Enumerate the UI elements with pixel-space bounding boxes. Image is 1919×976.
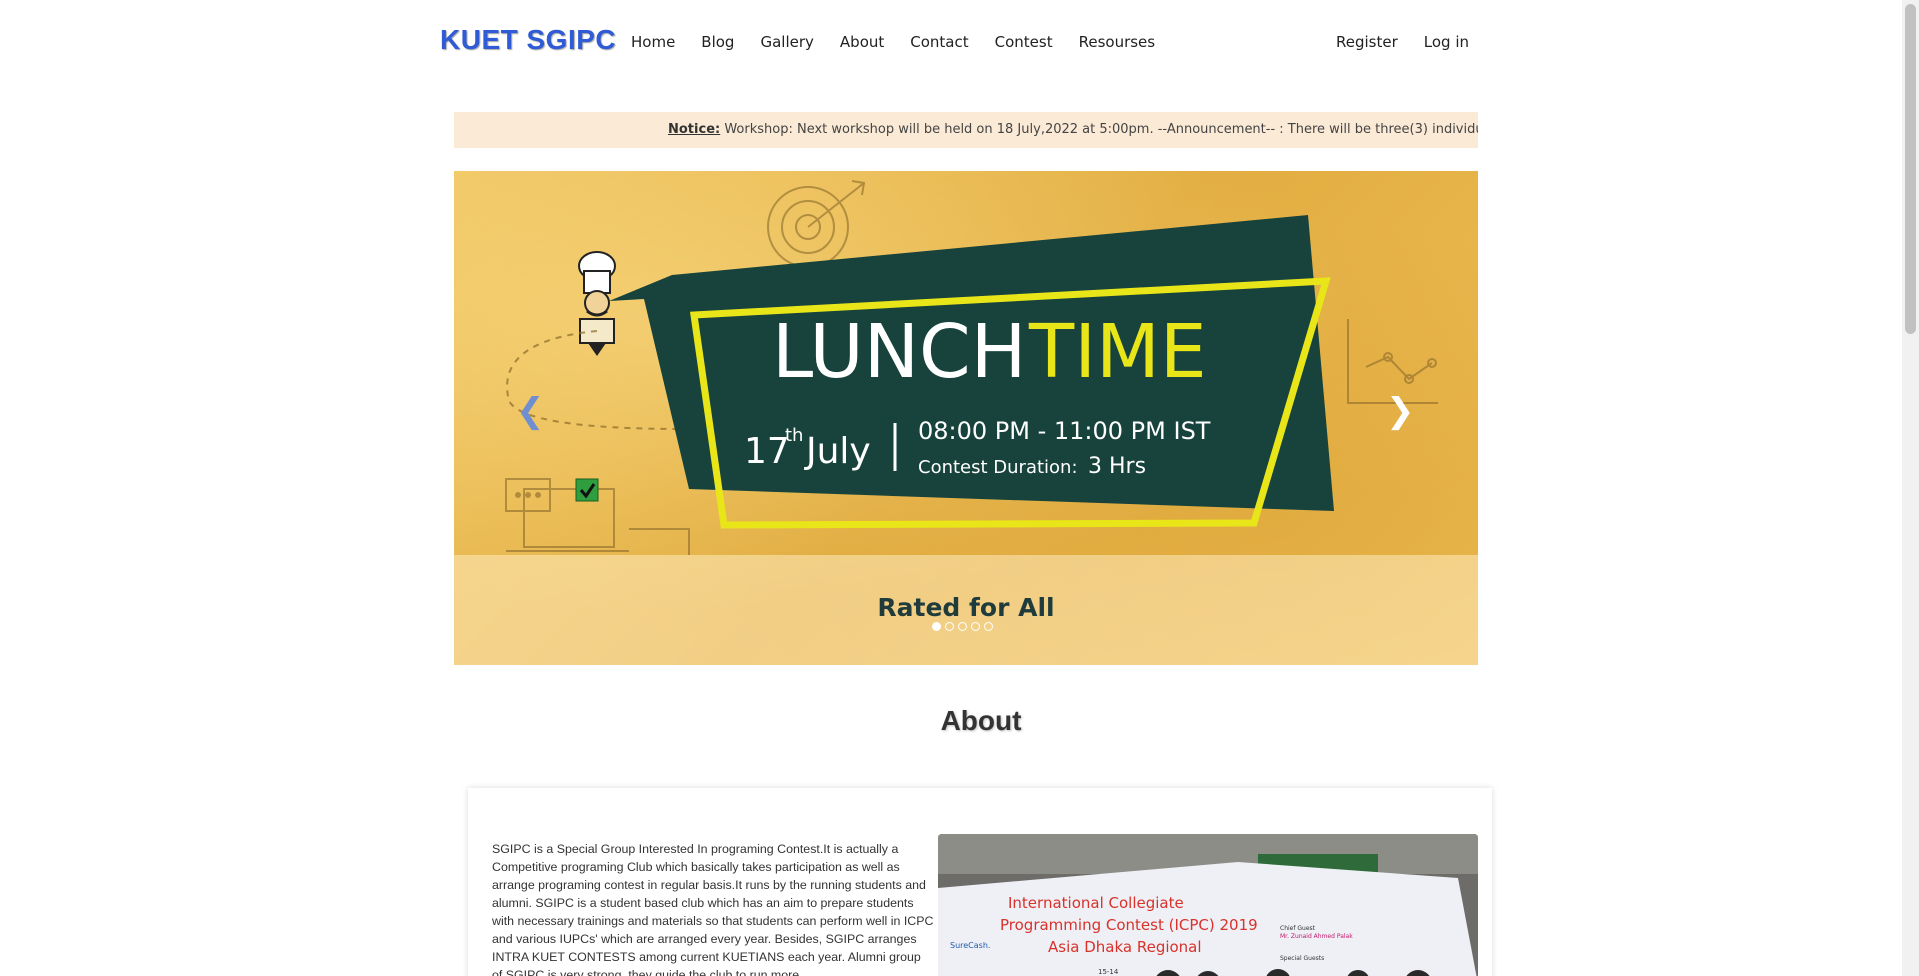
page: KUET SGIPC Home Blog Gallery About Conta… xyxy=(0,0,1900,976)
carousel-indicator-4[interactable] xyxy=(971,622,980,631)
nav-gallery[interactable]: Gallery xyxy=(760,30,813,54)
about-text: SGIPC is a Special Group Interested In p… xyxy=(492,842,934,976)
banner-duration-value: 3 Hrs xyxy=(1088,454,1146,479)
icpc-photo-art: International Collegiate Programming Con… xyxy=(938,834,1478,976)
banner-title-lunch: LUNCH xyxy=(772,309,1026,395)
notice-text: Workshop: Next workshop will be held on … xyxy=(724,122,1478,137)
scrollbar-thumb[interactable] xyxy=(1905,4,1916,334)
photo-guest-label: Chief Guest xyxy=(1280,925,1316,932)
carousel-indicator-1[interactable] xyxy=(932,622,941,631)
photo-date: 15-14 xyxy=(1098,968,1119,976)
banner-duration-label: Contest Duration: xyxy=(918,457,1078,478)
page-scrollbar[interactable] xyxy=(1902,0,1919,976)
photo-guest-name: Mr. Zunaid Ahmed Palak xyxy=(1280,933,1353,940)
photo-banner-line2: Programming Contest (ICPC) 2019 xyxy=(1000,916,1258,934)
target-icon xyxy=(767,180,866,268)
nav-right: Register Log in xyxy=(1336,30,1495,54)
nav-home[interactable]: Home xyxy=(631,30,675,54)
about-card: SGIPC is a Special Group Interested In p… xyxy=(468,788,1492,976)
photo-banner-line3: Asia Dhaka Regional xyxy=(1048,938,1202,956)
notice-label: Notice: xyxy=(668,122,721,137)
notice-marquee: Notice: Workshop: Next workshop will be … xyxy=(454,112,1478,148)
photo-sponsor: SureCash. xyxy=(950,941,990,950)
hero-carousel: LUNCH TIME 17 th July 08:00 PM - 11:00 P… xyxy=(454,171,1478,665)
chevron-right-icon: ❯ xyxy=(1386,391,1415,431)
register-link[interactable]: Register xyxy=(1336,30,1398,54)
carousel-indicator-5[interactable] xyxy=(984,622,993,631)
nav-about[interactable]: About xyxy=(840,30,884,54)
notice-content: Notice: Workshop: Next workshop will be … xyxy=(668,112,1478,148)
photo-banner-line1: International Collegiate xyxy=(1008,894,1184,912)
carousel-caption: Rated for All xyxy=(877,593,1055,622)
checkbox-icon xyxy=(575,478,599,502)
chef-icon xyxy=(578,251,616,356)
carousel-next-button[interactable]: ❯ xyxy=(1386,391,1415,431)
chevron-left-icon: ❮ xyxy=(516,391,545,431)
banner-title-time: TIME xyxy=(1028,309,1207,395)
banner-month: July xyxy=(804,431,871,472)
nav-left: Home Blog Gallery About Contact Contest … xyxy=(631,30,1181,54)
navbar: KUET SGIPC Home Blog Gallery About Conta… xyxy=(0,0,1900,84)
photo-special-label: Special Guests xyxy=(1280,955,1324,962)
nav-contest[interactable]: Contest xyxy=(995,30,1053,54)
about-heading: About xyxy=(940,705,1022,736)
carousel-prev-button[interactable]: ❮ xyxy=(516,391,545,431)
nav-contact[interactable]: Contact xyxy=(910,30,968,54)
nav-blog[interactable]: Blog xyxy=(701,30,734,54)
carousel-indicator-3[interactable] xyxy=(958,622,967,631)
banner-time: 08:00 PM - 11:00 PM IST xyxy=(918,417,1211,445)
brand-logo[interactable]: KUET SGIPC xyxy=(440,24,616,56)
nav-resources[interactable]: Resourses xyxy=(1079,30,1156,54)
banner-day-suffix: th xyxy=(785,425,803,446)
carousel-indicators xyxy=(932,622,993,631)
carousel-indicator-2[interactable] xyxy=(945,622,954,631)
login-link[interactable]: Log in xyxy=(1424,30,1469,54)
banner-day: 17 xyxy=(744,431,790,472)
icpc-photo: International Collegiate Programming Con… xyxy=(938,834,1478,976)
